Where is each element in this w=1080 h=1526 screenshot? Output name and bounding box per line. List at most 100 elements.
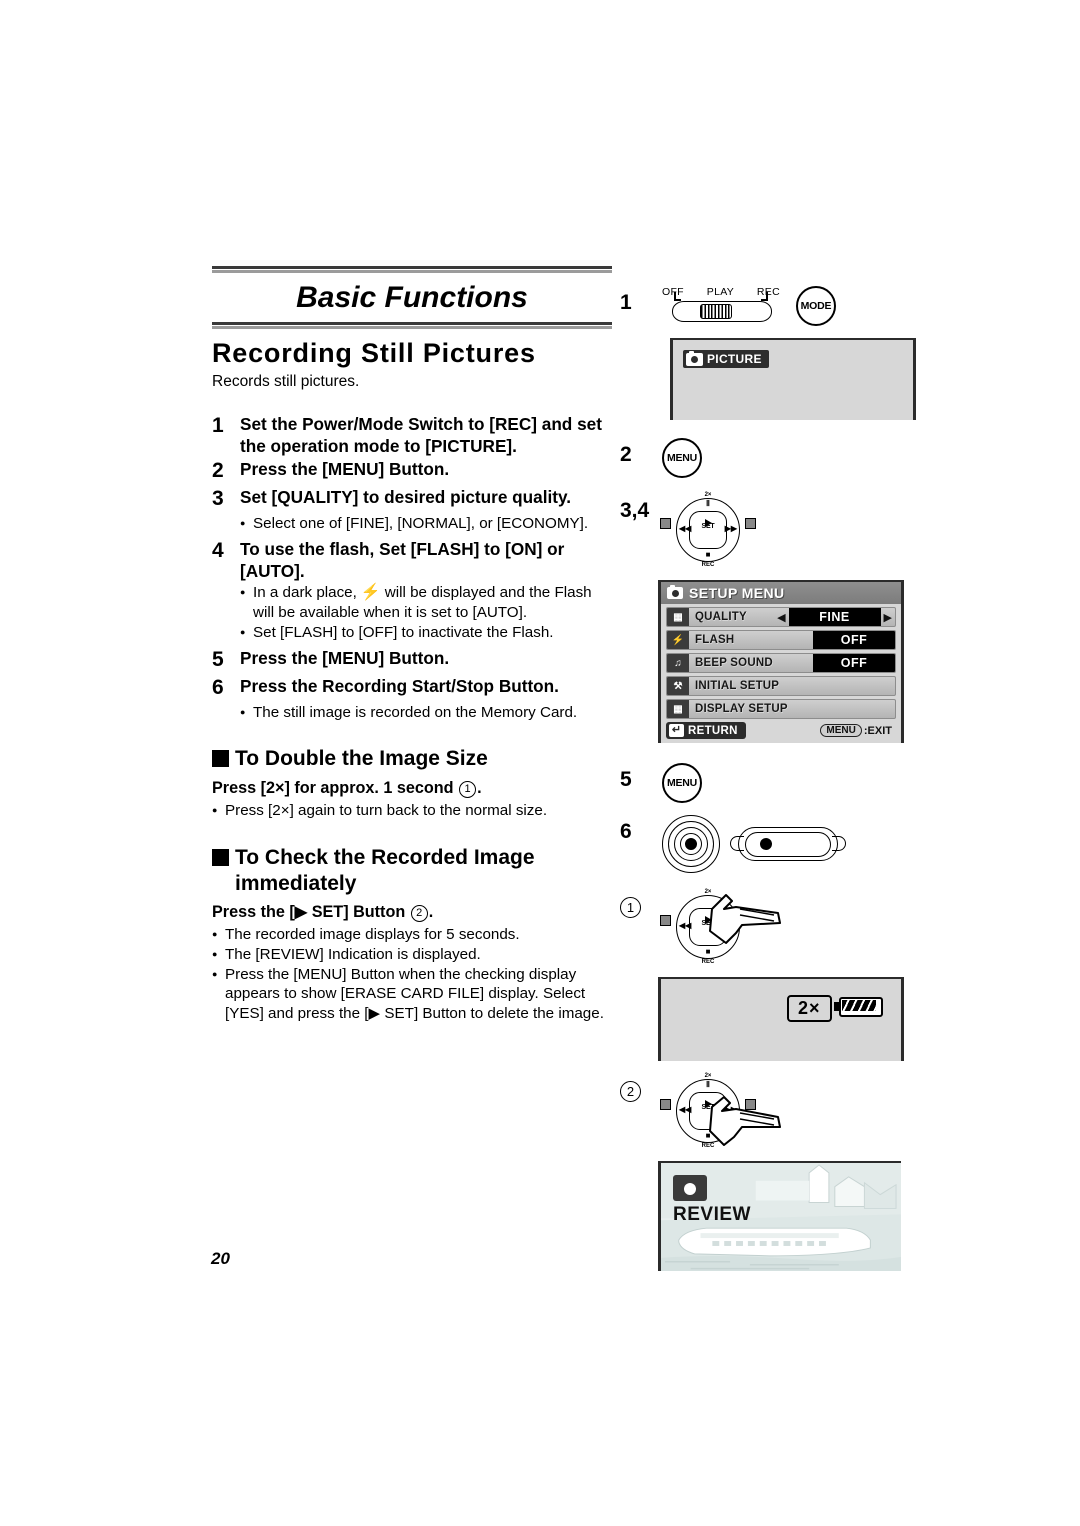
- flash-bolt-icon: ⚡: [360, 583, 381, 601]
- lcd-screen-picture-mode: PICTURE: [670, 338, 916, 420]
- power-mode-switch[interactable]: OFF PLAY REC: [662, 286, 780, 322]
- exit-hint: MENU:EXIT: [820, 724, 892, 737]
- switch-label-rec: REC: [756, 286, 780, 298]
- marker-circle-2: 2: [410, 905, 428, 923]
- switch-tick-off: [674, 292, 680, 301]
- step-number: 6: [212, 675, 224, 699]
- press-text: Press [2×] for approx. 1 second: [212, 779, 454, 798]
- figure-marker-1: 1 2× ◀◀ ▶▶ SET ■ REC 2×: [620, 889, 920, 1061]
- mode-button[interactable]: MODE: [796, 286, 836, 326]
- switch-tick-rec: [761, 292, 768, 301]
- step-text: Set the Power/Mode Switch to [REC] and s…: [240, 414, 602, 457]
- subsection-heading-text: To Double the Image Size: [235, 747, 488, 771]
- menu-key-hint: MENU: [820, 724, 862, 737]
- press-text: Press the [▶ SET] Button: [212, 903, 406, 922]
- arrow-right-icon[interactable]: ▶: [881, 611, 895, 624]
- pad-side-button-left[interactable]: [660, 915, 671, 926]
- lcd-screen-setup-menu: SETUP MENU ▦ QUALITY ◀ FINE ▶ ⚡ FLASH OF…: [658, 580, 904, 743]
- pad-label-2x: 2×: [704, 492, 712, 498]
- figure-number: 2: [620, 443, 632, 466]
- steps-list: 1 Set the Power/Mode Switch to [REC] and…: [212, 413, 612, 722]
- arrow-left-icon[interactable]: ◀: [774, 611, 788, 624]
- step-text: Set [QUALITY] to desired picture quality…: [240, 487, 572, 508]
- subsection-heading-double-size: To Double the Image Size: [212, 746, 612, 772]
- pad-label-2x: 2×: [704, 1073, 712, 1079]
- recording-start-stop-button-bar[interactable]: [730, 827, 846, 861]
- battery-indicator-icon: [834, 997, 883, 1017]
- chapter-title: Basic Functions: [296, 281, 528, 314]
- menu-value: FINE: [788, 608, 881, 626]
- pad-set-label: SET: [701, 523, 715, 530]
- camera-icon: [667, 585, 683, 599]
- marker-circle-1: 1: [459, 781, 477, 799]
- pad-side-button-right[interactable]: [745, 1099, 756, 1110]
- pad-side-button-left[interactable]: [660, 518, 671, 529]
- figure-number: 1: [620, 291, 632, 314]
- bottom-rule: [212, 321, 612, 329]
- menu-row-quality[interactable]: ▦ QUALITY ◀ FINE ▶: [666, 607, 896, 627]
- recording-start-stop-button-round[interactable]: [662, 815, 720, 873]
- top-rule: [212, 266, 612, 273]
- figure-number: 6: [620, 820, 632, 843]
- figure-step-1: 1 OFF PLAY REC MODE PICTURE: [620, 286, 920, 420]
- pad-label-pause: Ⅱ: [706, 499, 710, 508]
- press-instruction: Press the [▶ SET] Button 2.: [212, 902, 612, 923]
- menu-row-display-setup[interactable]: ▦ DISPLAY SETUP: [666, 699, 896, 719]
- figure-art: OFF PLAY REC MODE PICTURE: [662, 286, 920, 420]
- press-instruction: Press [2×] for approx. 1 second 1.: [212, 778, 612, 799]
- menu-row-flash[interactable]: ⚡ FLASH OFF: [666, 630, 896, 650]
- switch-knob[interactable]: [700, 303, 732, 319]
- figure-marker-2: 2 2× Ⅱ ◀◀ ▶▶ SET ■ REC REVIEW: [620, 1073, 920, 1271]
- bullet-item: Press the [MENU] Button when the checkin…: [212, 965, 612, 1024]
- pad-label-2x: 2×: [704, 889, 712, 895]
- zoom-indicator: 2×: [787, 995, 832, 1022]
- pad-inner: [689, 1092, 727, 1130]
- battery-fill: [842, 1000, 876, 1011]
- menu-row-initial-setup[interactable]: ⚒ INITIAL SETUP: [666, 676, 896, 696]
- figure-number: 3,4: [620, 499, 650, 522]
- menu-label: BEEP SOUND: [695, 657, 773, 669]
- pad-side-button-right[interactable]: [745, 518, 756, 529]
- press-text-post: .: [428, 903, 434, 922]
- exit-label: :EXIT: [863, 724, 892, 737]
- cursor-pad[interactable]: 2× ◀◀ ▶▶ SET ■ REC: [660, 889, 744, 965]
- button-dot-icon: [760, 838, 772, 850]
- subsection-heading-check-image: To Check the Recorded Image immediately: [212, 845, 612, 896]
- pad-inner: [689, 908, 727, 946]
- step-text: Press the [MENU] Button.: [240, 647, 450, 668]
- return-arrow-icon: ↵: [669, 724, 684, 737]
- cursor-pad[interactable]: 2× Ⅱ ◀◀ ▶▶ SET ■ REC: [660, 492, 756, 568]
- pad-set-label: SET: [701, 1104, 715, 1111]
- text-column: Basic Functions Recording Still Pictures…: [212, 266, 612, 1028]
- step-number: 4: [212, 538, 224, 562]
- pad-side-button-left[interactable]: [660, 1099, 671, 1110]
- figure-step-2: 2 MENU: [620, 438, 920, 478]
- pad-label-rec: REC: [701, 959, 715, 965]
- pad-label-stop: ■: [705, 947, 711, 956]
- button-inner: [745, 831, 831, 857]
- menu-row-beep-sound[interactable]: ♫ BEEP SOUND OFF: [666, 653, 896, 673]
- step-item: 5 Press the [MENU] Button.: [212, 647, 612, 674]
- figure-art: 2× Ⅱ ◀◀ ▶▶ SET ■ REC REVIEW: [658, 1073, 920, 1271]
- camera-icon: [673, 1175, 707, 1201]
- bullet-item: The still image is recorded on the Memor…: [240, 703, 612, 723]
- menu-button[interactable]: MENU: [662, 438, 702, 478]
- setup-menu-body: ▦ QUALITY ◀ FINE ▶ ⚡ FLASH OFF ♫ BEEP SO…: [661, 604, 901, 743]
- picture-mode-tag: PICTURE: [683, 350, 769, 368]
- figure-step-6: 6: [620, 815, 920, 873]
- bullet-text-pre: In a dark place,: [253, 583, 357, 601]
- step-item: 6 Press the Recording Start/Stop Button.: [212, 675, 612, 702]
- setup-menu-title-bar: SETUP MENU: [661, 582, 901, 604]
- step-bullets: Select one of [FINE], [NORMAL], or [ECON…: [240, 514, 612, 534]
- pad-set-label: SET: [701, 920, 715, 927]
- pad-label-stop: ■: [705, 550, 711, 559]
- pad-label-stop: ■: [705, 1131, 711, 1140]
- cursor-pad[interactable]: 2× Ⅱ ◀◀ ▶▶ SET ■ REC: [660, 1073, 756, 1149]
- page-number: 20: [211, 1249, 230, 1268]
- menu-button[interactable]: MENU: [662, 763, 702, 803]
- step-number: 3: [212, 487, 224, 511]
- figure-step-5: 5 MENU: [620, 763, 920, 803]
- return-button[interactable]: ↵ RETURN: [666, 722, 746, 739]
- menu-label: DISPLAY SETUP: [695, 703, 788, 715]
- bullet-item: Set [FLASH] to [OFF] to inactivate the F…: [240, 623, 612, 643]
